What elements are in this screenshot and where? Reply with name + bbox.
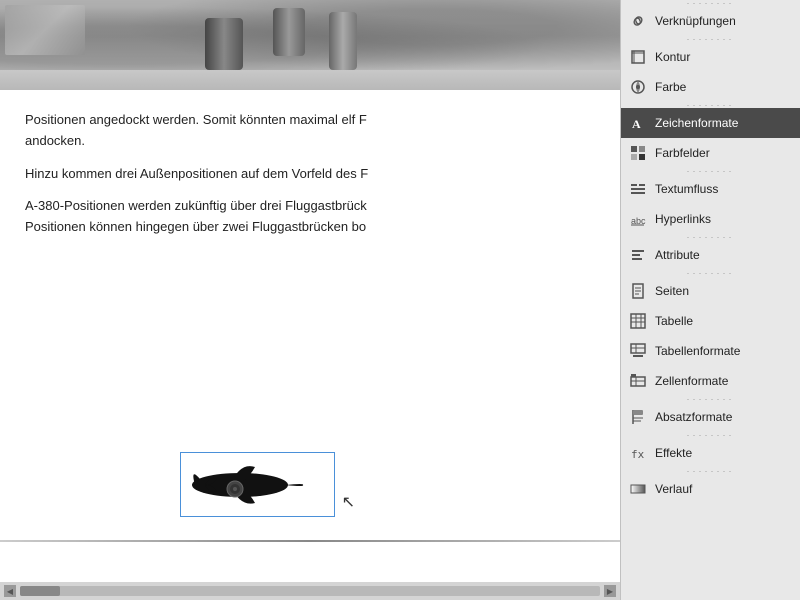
scroll-track[interactable] bbox=[20, 586, 600, 596]
svg-text:A: A bbox=[632, 117, 641, 131]
seiten-icon bbox=[629, 282, 647, 300]
sidebar-item-verknuepfungen[interactable]: Verknüpfungen bbox=[621, 6, 800, 36]
sidebar-label-verlauf: Verlauf bbox=[655, 482, 792, 496]
zeichenformate-icon: A bbox=[629, 114, 647, 132]
bottom-scrollbar[interactable]: ◀ ▶ bbox=[0, 582, 620, 600]
sidebar-item-farbfelder[interactable]: Farbfelder bbox=[621, 138, 800, 168]
sidebar-item-textumfluss[interactable]: Textumfluss bbox=[621, 174, 800, 204]
sidebar-label-farbe: Farbe bbox=[655, 80, 792, 94]
top-image bbox=[0, 0, 620, 90]
tabelle-icon bbox=[629, 312, 647, 330]
sidebar-label-farbfelder: Farbfelder bbox=[655, 146, 792, 160]
sidebar-label-tabellenformate: Tabellenformate bbox=[655, 344, 792, 358]
kontur-icon bbox=[629, 48, 647, 66]
sidebar-item-seiten[interactable]: Seiten bbox=[621, 276, 800, 306]
paragraph-2: Hinzu kommen drei Außenpositionen auf de… bbox=[25, 164, 595, 185]
sidebar-item-zellenformate[interactable]: Zellenformate bbox=[621, 366, 800, 396]
scroll-thumb[interactable] bbox=[20, 586, 60, 596]
farbfelder-icon bbox=[629, 144, 647, 162]
sidebar-item-zeichenformate[interactable]: A Zeichenformate bbox=[621, 108, 800, 138]
farbe-icon bbox=[629, 78, 647, 96]
sidebar-item-farbe[interactable]: Farbe bbox=[621, 72, 800, 102]
sidebar-item-attribute[interactable]: Attribute bbox=[621, 240, 800, 270]
absatzformate-icon bbox=[629, 408, 647, 426]
paragraph-1: Positionen angedockt werden. Somit könnt… bbox=[25, 110, 595, 152]
attribute-icon bbox=[629, 246, 647, 264]
sidebar-label-textumfluss: Textumfluss bbox=[655, 182, 792, 196]
effekte-icon: fx bbox=[629, 444, 647, 462]
sidebar-label-zeichenformate: Zeichenformate bbox=[655, 116, 792, 130]
sidebar-label-kontur: Kontur bbox=[655, 50, 792, 64]
tabellenformate-icon bbox=[629, 342, 647, 360]
sidebar-label-absatzformate: Absatzformate bbox=[655, 410, 792, 424]
selection-box bbox=[180, 452, 335, 517]
main-content: Positionen angedockt werden. Somit könnt… bbox=[0, 0, 620, 600]
scroll-left-arrow[interactable]: ◀ bbox=[4, 585, 16, 597]
sidebar-item-hyperlinks[interactable]: abc Hyperlinks bbox=[621, 204, 800, 234]
sidebar-label-hyperlinks: Hyperlinks bbox=[655, 212, 792, 226]
sidebar-item-tabellenformate[interactable]: Tabellenformate bbox=[621, 336, 800, 366]
cursor-icon: ↖ bbox=[342, 492, 355, 512]
sidebar-item-effekte[interactable]: fx Effekte bbox=[621, 438, 800, 468]
hyperlinks-icon: abc bbox=[629, 210, 647, 228]
sidebar-item-tabelle[interactable]: Tabelle bbox=[621, 306, 800, 336]
sidebar-label-tabelle: Tabelle bbox=[655, 314, 792, 328]
sidebar-label-effekte: Effekte bbox=[655, 446, 792, 460]
sidebar-label-seiten: Seiten bbox=[655, 284, 792, 298]
horizontal-line bbox=[0, 540, 620, 542]
sidebar-label-attribute: Attribute bbox=[655, 248, 792, 262]
textumfluss-icon bbox=[629, 180, 647, 198]
sidebar-label-verknuepfungen: Verknüpfungen bbox=[655, 14, 792, 28]
sidebar-item-verlauf[interactable]: Verlauf bbox=[621, 474, 800, 504]
scroll-right-arrow[interactable]: ▶ bbox=[604, 585, 616, 597]
sidebar-item-kontur[interactable]: Kontur bbox=[621, 42, 800, 72]
zellenformate-icon bbox=[629, 372, 647, 390]
page-content: Positionen angedockt werden. Somit könnt… bbox=[0, 90, 620, 582]
paragraph-3: A-380-Positionen werden zukünftig über d… bbox=[25, 196, 595, 238]
link-icon bbox=[629, 12, 647, 30]
svg-text:fx: fx bbox=[631, 448, 645, 461]
selected-image[interactable]: ↖ bbox=[180, 452, 340, 522]
sidebar-label-zellenformate: Zellenformate bbox=[655, 374, 792, 388]
sidebar-item-absatzformate[interactable]: Absatzformate bbox=[621, 402, 800, 432]
verlauf-icon bbox=[629, 480, 647, 498]
sidebar: ········ Verknüpfungen ········ Kontur F… bbox=[620, 0, 800, 600]
